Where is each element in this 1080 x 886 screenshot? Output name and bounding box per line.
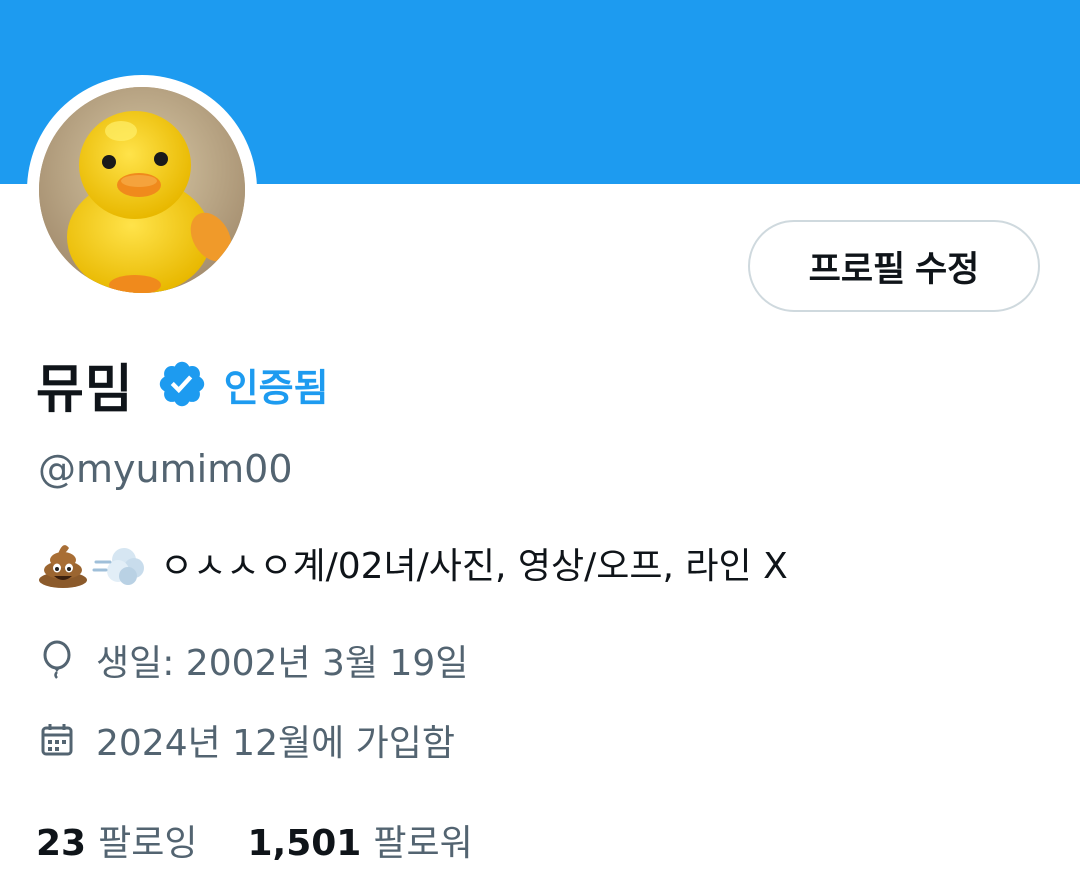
followers-count: 1,501 [247, 823, 362, 864]
avatar-ring [27, 75, 257, 305]
birthday-row: 생일: 2002년 3월 19일 [38, 634, 468, 686]
following-count: 23 [36, 823, 87, 864]
verified-label[interactable]: 인증됨 [224, 357, 329, 412]
calendar-icon [41, 724, 73, 756]
user-handle: @myumim00 [38, 447, 293, 491]
joined-text: 2024년 12월에 가입함 [96, 723, 456, 764]
dash-cloud-icon [92, 548, 144, 585]
following-label: 팔로잉 [98, 823, 198, 864]
followers-link[interactable]: 1,501 팔로워 [247, 814, 472, 866]
verified-badge-icon[interactable] [156, 358, 208, 410]
avatar[interactable] [39, 87, 245, 293]
bio-text: ㅇㅅㅅㅇ계/02녀/사진, 영상/오프, 라인 X [160, 546, 788, 587]
duck-avatar-image [39, 87, 245, 293]
display-name: 뮤밈 [36, 359, 134, 420]
name-row: 뮤밈 인증됨 [36, 346, 329, 422]
edit-profile-button[interactable]: 프로필 수정 [748, 220, 1040, 312]
followers-label: 팔로워 [373, 823, 473, 864]
balloon-icon [43, 640, 71, 679]
follow-stats: 23 팔로잉 1,501 팔로워 [36, 812, 473, 868]
following-link[interactable]: 23 팔로잉 [36, 814, 197, 866]
pile-of-poo-icon [39, 545, 87, 588]
bio: ㅇㅅㅅㅇ계/02녀/사진, 영상/오프, 라인 X [36, 537, 788, 589]
birthday-text: 생일: 2002년 3월 19일 [96, 643, 469, 684]
joined-row: 2024년 12월에 가입함 [38, 714, 455, 766]
